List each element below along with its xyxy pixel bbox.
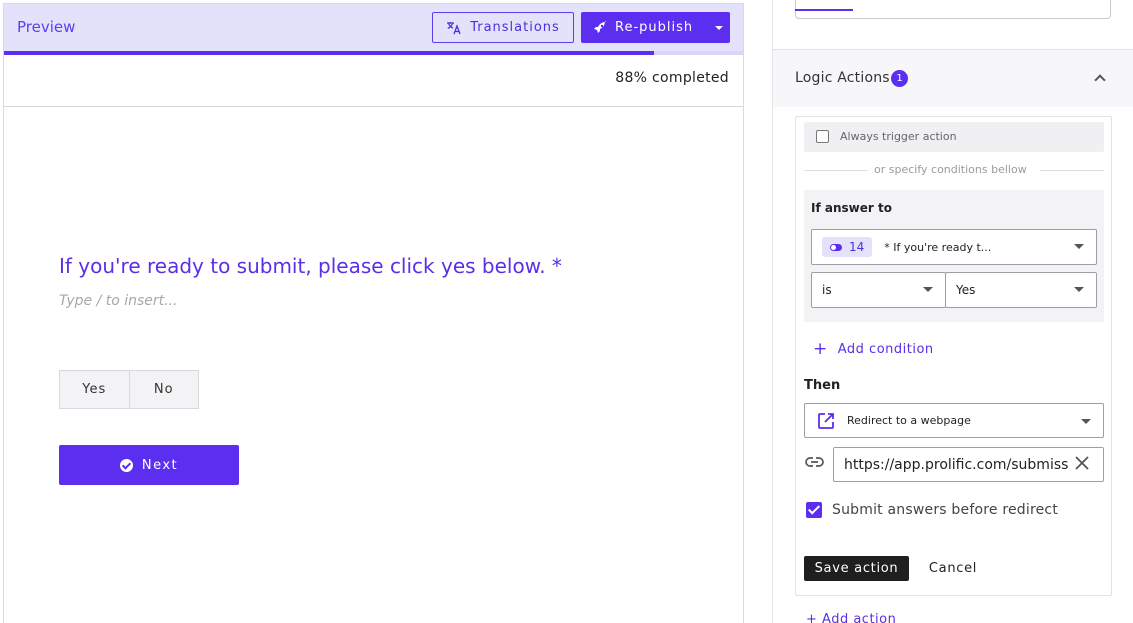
always-trigger-row[interactable]: Always trigger action — [804, 122, 1104, 152]
link-icon — [805, 457, 824, 467]
chevron-down-icon — [1074, 287, 1084, 292]
logic-actions-header[interactable]: Logic Actions 1 — [773, 50, 1133, 107]
action-type-select[interactable]: Redirect to a webpage — [804, 403, 1104, 438]
redirect-url-input[interactable] — [833, 447, 1104, 482]
translate-icon — [447, 21, 461, 34]
question-title[interactable]: If you're ready to submit, please click … — [59, 254, 562, 278]
republish-label: Re-publish — [615, 20, 694, 35]
always-trigger-label: Always trigger action — [840, 130, 957, 143]
add-action-button[interactable]: + Add action — [806, 612, 896, 623]
add-condition-label: Add condition — [837, 342, 934, 357]
external-link-icon — [818, 413, 834, 429]
operator-select[interactable]: is — [811, 272, 946, 308]
condition-value: Yes — [956, 283, 976, 297]
chevron-down-icon — [1074, 244, 1084, 249]
or-separator: or specify conditions bellow — [804, 163, 1104, 177]
toggle-icon — [830, 243, 842, 251]
action-type-value: Redirect to a webpage — [847, 414, 971, 427]
add-condition-button[interactable]: + Add condition — [813, 341, 934, 358]
description-placeholder[interactable]: Type / to insert... — [59, 293, 178, 309]
logic-actions-title: Logic Actions — [795, 70, 890, 86]
choice-yes[interactable]: Yes — [60, 371, 129, 408]
question-number: 14 — [849, 240, 865, 254]
preview-panel: Preview Translations Re-publish 88% comp… — [3, 3, 744, 623]
submit-before-redirect-checkbox[interactable] — [806, 502, 822, 518]
chevron-down-icon — [923, 287, 933, 292]
next-button[interactable]: Next — [59, 445, 239, 485]
republish-button[interactable]: Re-publish — [581, 12, 730, 43]
chevron-down-icon — [1081, 419, 1091, 424]
chevron-up-icon[interactable] — [1094, 74, 1106, 86]
chevron-down-icon[interactable] — [715, 25, 724, 30]
question-chip: 14 — [822, 237, 873, 257]
separator-line-left — [804, 170, 868, 171]
preview-title: Preview — [17, 18, 76, 36]
submit-before-redirect-label: Submit answers before redirect — [832, 502, 1059, 518]
progress-bar-fill — [4, 51, 655, 55]
question-select[interactable]: 14 * If you're ready t... — [811, 229, 1097, 265]
translations-button[interactable]: Translations — [432, 12, 574, 43]
translations-label: Translations — [470, 20, 560, 35]
logic-count-badge: 1 — [891, 70, 908, 87]
rocket-icon — [594, 20, 606, 33]
then-label: Then — [804, 378, 841, 393]
check-circle-icon — [119, 458, 133, 472]
value-select[interactable]: Yes — [945, 272, 1097, 308]
divider — [4, 106, 743, 107]
plus-icon: + — [813, 339, 828, 359]
preview-header: Preview Translations Re-publish — [4, 4, 743, 52]
if-answer-label: If answer to — [811, 201, 892, 215]
app-root: Preview Translations Re-publish 88% comp… — [0, 0, 1133, 623]
active-tab-indicator — [795, 9, 853, 11]
yes-no-choices: Yes No — [59, 370, 199, 409]
separator-line-right — [1040, 170, 1104, 171]
progress-bar — [4, 51, 743, 55]
or-separator-text: or specify conditions bellow — [874, 163, 1027, 176]
cancel-button[interactable]: Cancel — [918, 556, 988, 581]
next-label: Next — [141, 457, 179, 473]
choice-no[interactable]: No — [128, 371, 199, 408]
condition-box: If answer to 14 * If you're ready t... i… — [804, 190, 1104, 322]
always-trigger-checkbox[interactable] — [816, 130, 829, 143]
clear-icon[interactable] — [1073, 454, 1091, 472]
save-action-button[interactable]: Save action — [804, 556, 909, 581]
operator-value: is — [822, 283, 832, 297]
progress-text: 88% completed — [615, 70, 729, 86]
question-preview: * If you're ready t... — [884, 240, 992, 254]
